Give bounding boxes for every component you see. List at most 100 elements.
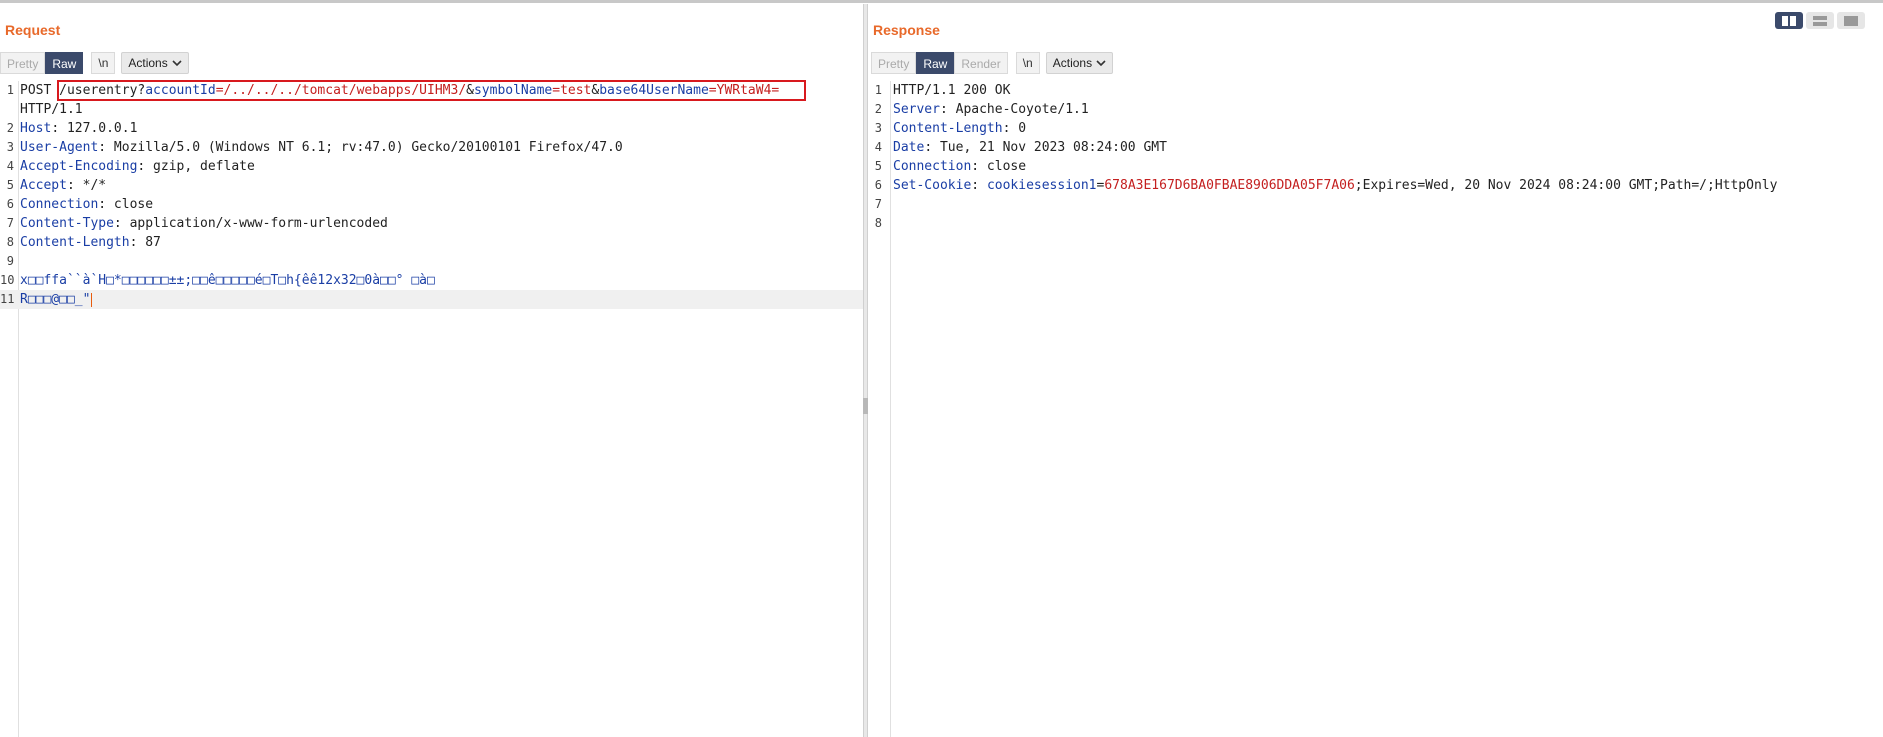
request-line-number: 11 (0, 292, 15, 306)
response-actions-menu[interactable]: Actions (1045, 52, 1114, 74)
response-line-number: 4 (874, 140, 882, 154)
highlighted-request-path (57, 80, 806, 101)
code-token: : Tue, 21 Nov 2023 08:24:00 GMT (924, 140, 1167, 155)
code-key-token: x□□ffa``à`H□*□□□□□□±±;□□ê□□□□□é□T□h{êê12… (20, 273, 435, 288)
response-line-number: 6 (874, 178, 882, 192)
request-title: Request (5, 22, 61, 38)
code-token: : (971, 178, 987, 193)
code-key-token: Connection (893, 159, 972, 174)
code-key-token: Accept-Encoding (20, 159, 138, 174)
response-actions-label: Actions (1052, 56, 1093, 70)
response-tab-raw[interactable]: Raw (916, 52, 955, 74)
code-key-token: Date (893, 140, 925, 155)
request-line-number: 3 (6, 140, 14, 154)
text-caret (91, 292, 93, 307)
response-toolbar: Pretty Raw Render \n Actions (871, 52, 1114, 74)
chevron-down-icon (1096, 59, 1106, 66)
response-line-number: 3 (874, 121, 882, 135)
code-key-token: Server (893, 102, 940, 117)
code-token: : 127.0.0.1 (51, 121, 138, 136)
response-line-text: Content-Length: 0 (893, 119, 1026, 138)
request-line-number: 10 (0, 273, 15, 287)
code-token: : Apache-Coyote/1.1 (939, 102, 1089, 117)
code-token: : application/x-www-form-urlencoded (113, 216, 388, 231)
response-line-text: Set-Cookie: cookiesession1=678A3E167D6BA… (893, 176, 1777, 195)
window-top-border (0, 0, 1883, 3)
request-line-text: Host: 127.0.0.1 (20, 119, 137, 138)
response-line-text: Connection: close (893, 157, 1026, 176)
code-key-token: R□□□@□□_" (20, 292, 91, 307)
request-tab-raw[interactable]: Raw (45, 52, 84, 74)
request-code-line: 11 R□□□@□□_" (0, 290, 863, 309)
code-key-token: Content-Length (893, 121, 1003, 136)
request-line-number: 8 (6, 235, 14, 249)
request-line-text: Content-Length: 87 (20, 233, 161, 252)
request-line-text: Accept: */* (20, 176, 106, 195)
code-token: : gzip, deflate (137, 159, 255, 174)
response-line-number: 8 (874, 216, 882, 230)
code-token: : 87 (129, 235, 161, 250)
request-line-number: 1 (6, 83, 14, 97)
code-token: HTTP/1.1 (20, 102, 83, 117)
code-key-token: Host (20, 121, 52, 136)
request-code-line: 6 Connection: close (0, 195, 863, 214)
code-token: : Mozilla/5.0 (Windows NT 6.1; rv:47.0) … (98, 140, 623, 155)
response-code-line: 3 Content-Length: 0 (868, 119, 1883, 138)
code-token: : close (971, 159, 1027, 174)
request-code-line: 10 x□□ffa``à`H□*□□□□□□±±;□□ê□□□□□é□T□h{êê… (0, 271, 863, 290)
code-token: : close (98, 197, 154, 212)
request-tab-pretty[interactable]: Pretty (0, 52, 46, 74)
request-code-line: 3 User-Agent: Mozilla/5.0 (Windows NT 6.1… (0, 138, 863, 157)
request-line-number: 5 (6, 178, 14, 192)
code-key-token: Content-Type (20, 216, 114, 231)
request-pane: Request Pretty Raw \n Actions 1 POST /use… (0, 4, 863, 737)
request-line-number: 6 (6, 197, 14, 211)
request-line-text: Content-Type: application/x-www-form-url… (20, 214, 388, 233)
code-key-token: Accept (20, 178, 67, 193)
request-line-text: HTTP/1.1 (20, 100, 83, 119)
request-line-number: 2 (6, 121, 14, 135)
response-line-text: Server: Apache-Coyote/1.1 (893, 100, 1089, 119)
response-code-line: 5 Connection: close (868, 157, 1883, 176)
request-line-text: Accept-Encoding: gzip, deflate (20, 157, 255, 176)
response-line-text: Date: Tue, 21 Nov 2023 08:24:00 GMT (893, 138, 1167, 157)
response-code-line: 7 (868, 195, 1883, 214)
response-code-line: 1 HTTP/1.1 200 OK (868, 81, 1883, 100)
request-line-number: 9 (6, 254, 14, 268)
code-token: : */* (66, 178, 107, 193)
chevron-down-icon (172, 59, 182, 66)
response-tab-pretty[interactable]: Pretty (871, 52, 917, 74)
request-toolbar: Pretty Raw \n Actions (0, 52, 189, 74)
code-token: HTTP/1.1 200 OK (893, 83, 1011, 98)
response-line-number: 2 (874, 102, 882, 116)
request-line-text: User-Agent: Mozilla/5.0 (Windows NT 6.1;… (20, 138, 623, 157)
response-line-text: HTTP/1.1 200 OK (893, 81, 1010, 100)
request-line-text: x□□ffa``à`H□*□□□□□□±±;□□ê□□□□□é□T□h{êê12… (20, 271, 435, 290)
response-editor[interactable]: 1 HTTP/1.1 200 OK 2 Server: Apache-Coyote/1… (868, 81, 1883, 737)
request-code-line: 8 Content-Length: 87 (0, 233, 863, 252)
request-editor[interactable]: 1 POST /userentry?accountId=/../../../tom… (0, 81, 863, 737)
request-line-text: R□□□@□□_" (20, 290, 93, 309)
response-code-line: 8 (868, 214, 1883, 233)
response-line-number: 7 (874, 197, 882, 211)
response-code-line: 6 Set-Cookie: cookiesession1=678A3E167D6B… (868, 176, 1883, 195)
request-code-line: 2 Host: 127.0.0.1 (0, 119, 863, 138)
response-line-number: 5 (874, 159, 882, 173)
code-key-token: Connection (20, 197, 99, 212)
request-newline-toggle[interactable]: \n (91, 52, 116, 74)
request-code-line: 9 (0, 252, 863, 271)
request-code-line: HTTP/1.1 (0, 100, 863, 119)
request-actions-menu[interactable]: Actions (121, 52, 189, 74)
request-code-line: 7 Content-Type: application/x-www-form-ur… (0, 214, 863, 233)
response-title: Response (873, 22, 940, 38)
code-value-token: 678A3E167D6BA0FBAE8906DDA05F7A06 (1104, 178, 1355, 193)
response-line-number: 1 (874, 83, 882, 97)
response-code-line: 4 Date: Tue, 21 Nov 2023 08:24:00 GMT (868, 138, 1883, 157)
response-pane: Response Pretty Raw Render \n Actions 1H… (868, 4, 1883, 737)
request-code-line: 5 Accept: */* (0, 176, 863, 195)
code-key-token: Content-Length (20, 235, 130, 250)
code-token: : 0 (1002, 121, 1027, 136)
request-line-number: 7 (6, 216, 14, 230)
response-tab-render[interactable]: Render (954, 52, 1008, 74)
response-newline-toggle[interactable]: \n (1015, 52, 1040, 74)
